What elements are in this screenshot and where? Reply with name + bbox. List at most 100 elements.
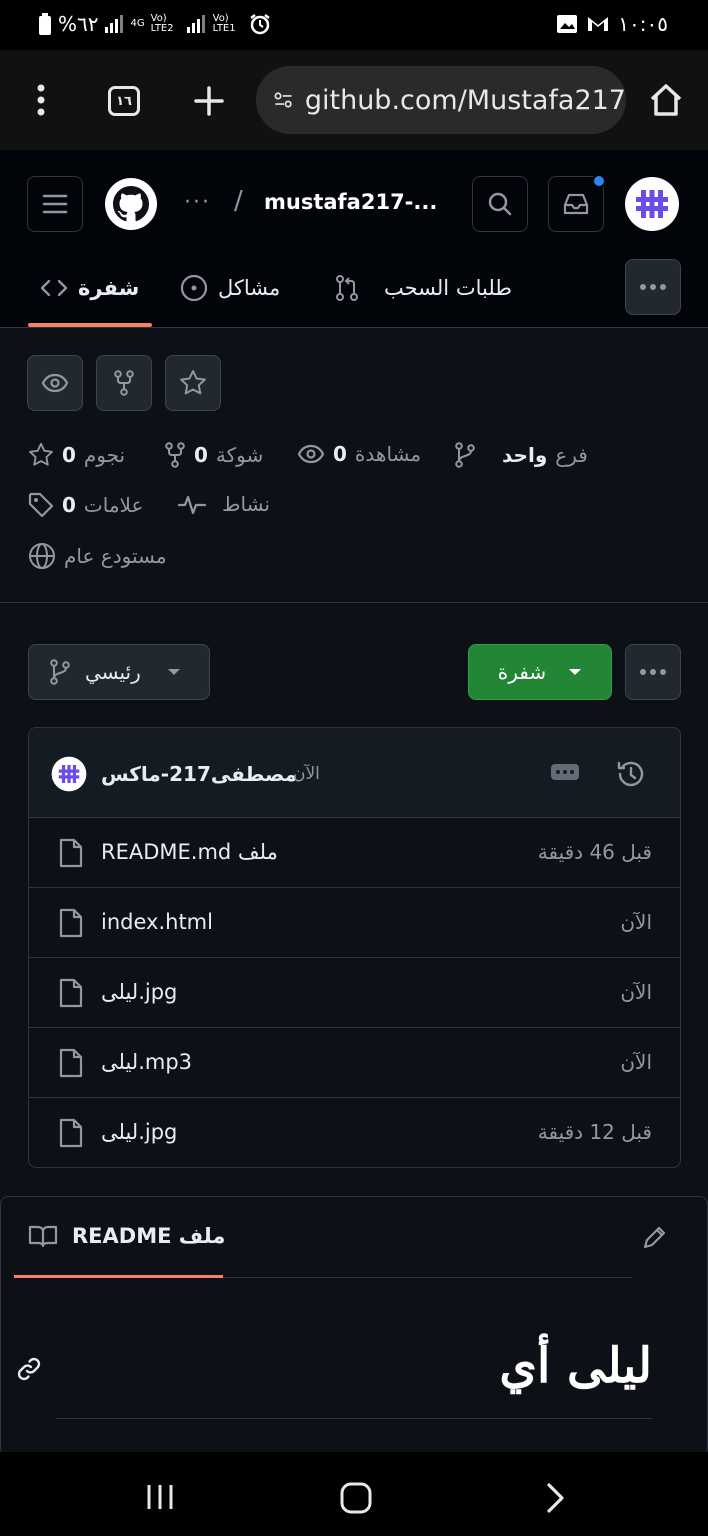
stars-stat[interactable]: 0 نجوم [28, 442, 125, 468]
hamburger-icon [42, 194, 68, 214]
file-icon [59, 978, 83, 1008]
file-time: الآن [620, 910, 652, 934]
file-time: الآن [620, 980, 652, 1004]
forks-count: 0 [194, 443, 208, 467]
gallery-icon [557, 15, 578, 33]
signal-icon-2 [186, 15, 205, 33]
branch-selector[interactable]: رئيسي [28, 644, 210, 700]
more-tabs-button[interactable] [625, 259, 681, 315]
network-type: 4G [130, 18, 145, 29]
more-actions-button[interactable] [625, 644, 681, 700]
file-row[interactable]: ليلى.jpg قبل 12 دقيقة [29, 1098, 680, 1167]
more-horizontal-icon [640, 284, 666, 290]
address-bar[interactable]: github.com/Mustafa217 [256, 66, 626, 134]
eye-icon [41, 373, 69, 393]
watching-count: 0 [333, 442, 347, 466]
site-settings-icon[interactable] [274, 88, 293, 112]
signal-icon [104, 15, 123, 33]
fork-button[interactable] [96, 355, 152, 411]
pull-request-icon [336, 275, 358, 301]
commit-author-avatar[interactable] [51, 756, 87, 792]
browser-toolbar: ١٦ github.com/Mustafa217 [0, 50, 708, 150]
fork-icon [114, 370, 134, 396]
book-icon [28, 1225, 58, 1248]
stars-count: 0 [62, 443, 76, 467]
file-list: مصطفى217-ماكس الآن README.md ملف قبل 46 … [28, 727, 681, 1168]
status-bar: %٦٢ 4G Vo) LTE2 Vo) LTE1 ١٠:٠٥ [0, 0, 708, 50]
file-icon [59, 838, 83, 868]
gmail-icon [588, 17, 609, 31]
caret-down-icon [167, 669, 180, 675]
section-divider [0, 602, 708, 603]
repo-name[interactable]: mustafa217-... [264, 190, 437, 214]
code-button-label: شفرة [497, 660, 547, 684]
watching-stat[interactable]: 0 مشاهدة [297, 442, 421, 466]
readme-tab[interactable]: README ملف [28, 1224, 225, 1248]
file-row[interactable]: ليلى.mp3 الآن [29, 1028, 680, 1098]
search-icon [488, 192, 512, 216]
heading-divider [56, 1418, 652, 1419]
latest-commit-bar: مصطفى217-ماكس الآن [29, 728, 680, 818]
tab-switcher-button[interactable]: ١٦ [108, 86, 140, 116]
activity-label: نشاط [222, 492, 270, 516]
caret-down-icon [569, 669, 582, 675]
file-row[interactable]: index.html الآن [29, 888, 680, 958]
home-icon[interactable] [648, 82, 684, 118]
tab-code[interactable]: شفرة [40, 268, 139, 308]
code-button[interactable]: شفرة [468, 644, 612, 700]
hamburger-menu-button[interactable] [27, 176, 83, 232]
eye-icon [297, 444, 325, 464]
file-row[interactable]: README.md ملف قبل 46 دقيقة [29, 818, 680, 888]
file-time: الآن [620, 1050, 652, 1074]
back-chevron-icon[interactable] [546, 1482, 566, 1514]
file-icon [59, 1118, 83, 1148]
url-text: github.com/Mustafa217 [304, 84, 626, 116]
clock: ١٠:٠٥ [618, 12, 668, 36]
branches-label: فرع [555, 443, 588, 467]
file-name[interactable]: index.html [101, 910, 213, 934]
fork-icon [165, 442, 185, 468]
anchor-link-icon[interactable] [16, 1356, 42, 1382]
activity-stat[interactable]: نشاط [178, 492, 270, 516]
branches-stat[interactable]: واحد فرع [454, 442, 588, 468]
file-time: قبل 46 دقيقة [537, 840, 652, 864]
tab-pull-requests-label: طلبات السحب [384, 276, 512, 300]
stars-label: نجوم [83, 443, 126, 467]
branch-icon [50, 659, 70, 685]
github-logo-icon[interactable] [104, 177, 158, 231]
breadcrumb-more[interactable]: ··· [184, 190, 211, 215]
battery-percent: %٦٢ [58, 12, 99, 36]
tab-issues[interactable]: مشاكل [180, 268, 280, 308]
tab-pull-requests[interactable]: طلبات السحب [334, 268, 512, 308]
forks-label: شوكة [215, 443, 264, 467]
breadcrumb-separator: / [234, 186, 243, 216]
tags-label: علامات [83, 493, 144, 517]
star-button[interactable] [165, 355, 221, 411]
tag-icon [28, 492, 54, 518]
file-name[interactable]: README.md ملف [101, 840, 278, 864]
globe-icon [29, 543, 55, 569]
commit-author[interactable]: مصطفى217-ماكس [101, 762, 297, 786]
new-tab-icon[interactable] [194, 86, 224, 116]
tags-stat[interactable]: 0 علامات [28, 492, 143, 518]
branch-name: رئيسي [85, 660, 141, 684]
commit-message-toggle[interactable] [551, 764, 579, 780]
recent-apps-icon[interactable] [146, 1484, 174, 1510]
readme-tab-indicator [14, 1275, 223, 1278]
file-name[interactable]: ليلى.jpg [101, 980, 177, 1004]
file-name[interactable]: ليلى.mp3 [101, 1050, 192, 1074]
home-nav-icon[interactable] [340, 1482, 372, 1514]
file-row[interactable]: ليلى.jpg الآن [29, 958, 680, 1028]
search-button[interactable] [472, 176, 528, 232]
avatar[interactable] [624, 176, 680, 232]
file-name[interactable]: ليلى.jpg [101, 1120, 177, 1144]
browser-menu-icon[interactable] [34, 84, 48, 116]
forks-stat[interactable]: 0 شوكة [164, 442, 263, 468]
inbox-icon [563, 193, 589, 215]
history-icon[interactable] [616, 759, 646, 789]
star-icon [29, 442, 53, 466]
edit-pencil-icon[interactable] [642, 1224, 668, 1250]
visibility-stat: مستودع عام [28, 542, 167, 570]
readme-heading: ليلى أي [499, 1338, 652, 1394]
watch-button[interactable] [27, 355, 83, 411]
